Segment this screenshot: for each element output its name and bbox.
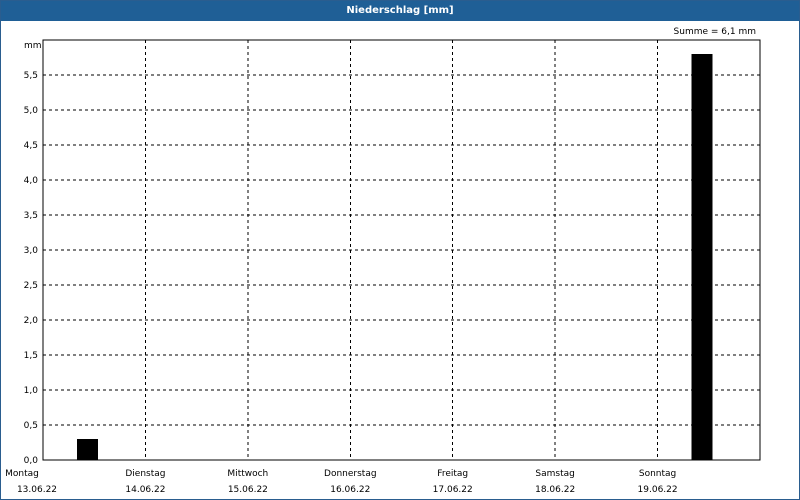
x-tick-date: 15.06.22 xyxy=(228,485,268,495)
x-tick-day: Donnerstag xyxy=(324,469,377,479)
y-tick-label: 2,5 xyxy=(24,281,38,291)
y-tick-label: 5,0 xyxy=(24,106,39,116)
y-tick-label: 0,5 xyxy=(24,421,38,431)
x-tick-date: 13.06.22 xyxy=(17,485,57,495)
x-tick-day: Dienstag xyxy=(125,469,165,479)
y-tick-label: 4,5 xyxy=(24,141,38,151)
x-tick-date: 14.06.22 xyxy=(125,485,165,495)
bar-montag xyxy=(76,439,98,460)
plot-border xyxy=(42,39,761,461)
x-tick-day: Sonntag xyxy=(639,469,676,479)
x-tick-day: Freitag xyxy=(437,469,468,479)
precipitation-chart: 0,0 0,5 1,0 1,5 2,0 2,5 3,0 3,5 4,0 4,5 5,0 5,5 mm Su… xyxy=(5,27,761,495)
y-tick-label: 4,0 xyxy=(24,176,39,186)
x-tick-day: Montag xyxy=(5,469,39,479)
x-tick-date: 16.06.22 xyxy=(330,485,370,495)
x-tick-date: 19.06.22 xyxy=(638,485,678,495)
y-tick-label: 5,5 xyxy=(24,71,38,81)
x-tick-date: 17.06.22 xyxy=(433,485,473,495)
y-tick-label: 3,5 xyxy=(24,211,38,221)
y-tick-label: 2,0 xyxy=(24,316,39,326)
y-tick-label: 3,0 xyxy=(24,246,39,256)
y-tick-label: 1,0 xyxy=(24,386,39,396)
y-tick-label: 0,0 xyxy=(24,456,39,466)
y-tick-label: 1,5 xyxy=(24,351,38,361)
x-tick-day: Samstag xyxy=(535,469,574,479)
x-tick-date: 18.06.22 xyxy=(535,485,575,495)
x-tick-day: Mittwoch xyxy=(227,469,268,479)
sum-label: Summe = 6,1 mm xyxy=(674,27,756,37)
y-axis-label: mm xyxy=(24,41,42,51)
bar-sonntag xyxy=(691,54,713,460)
